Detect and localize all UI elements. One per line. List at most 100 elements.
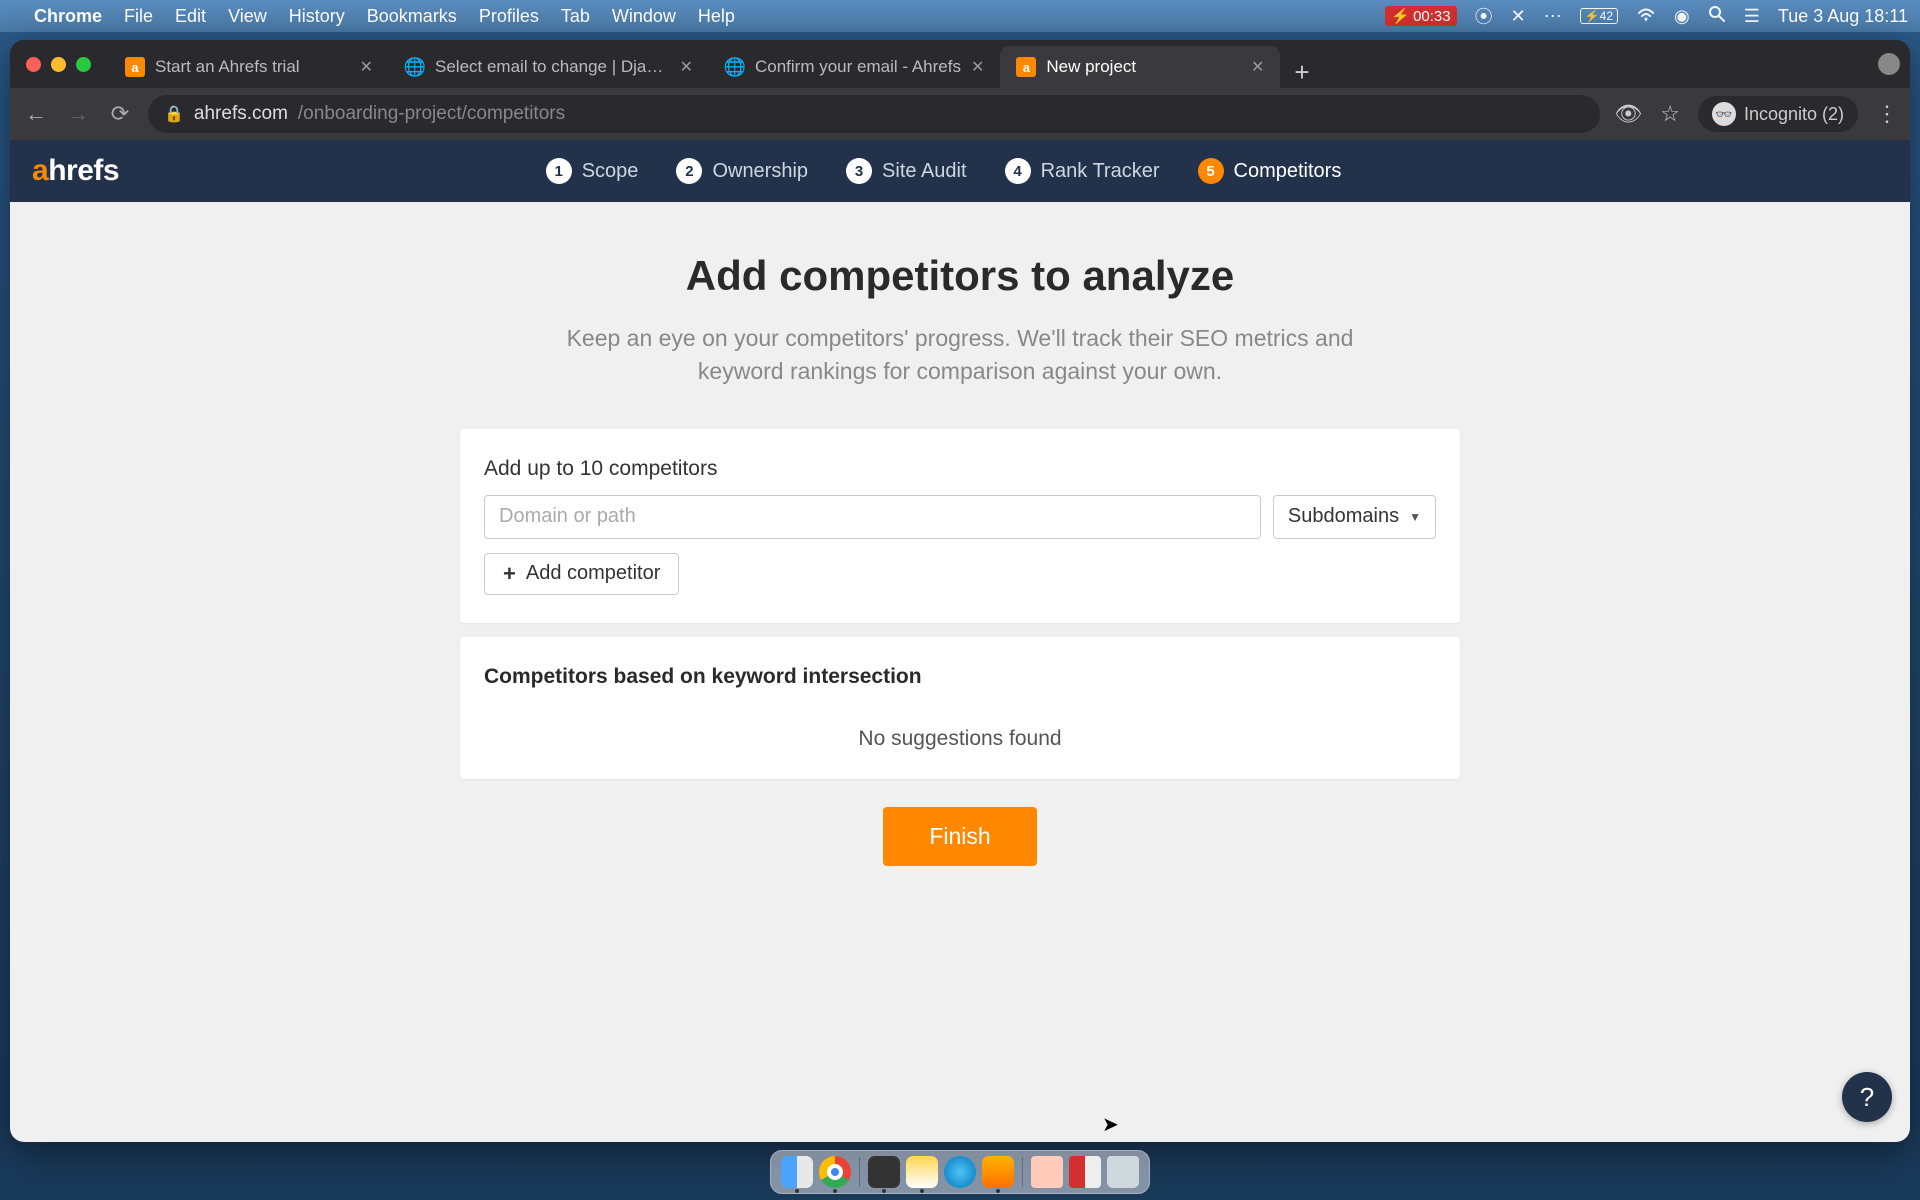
forward-button[interactable]: → [64, 101, 92, 127]
step-label: Scope [582, 160, 639, 183]
menu-window[interactable]: Window [612, 6, 676, 27]
bolt-icon[interactable]: ⦿ [1475, 3, 1493, 29]
competitors-card: Add up to 10 competitors Subdomains ▼ + … [460, 429, 1460, 623]
chrome-dock-icon[interactable] [819, 1156, 851, 1188]
step-site-audit[interactable]: 3Site Audit [846, 158, 967, 184]
close-tab-icon[interactable]: ✕ [680, 57, 693, 77]
datetime[interactable]: Tue 3 Aug 18:11 [1778, 6, 1908, 27]
reload-button[interactable]: ⟳ [106, 101, 134, 127]
step-label: Rank Tracker [1041, 160, 1160, 183]
card-label: Add up to 10 competitors [484, 457, 1436, 481]
step-label: Ownership [712, 160, 808, 183]
url-input[interactable]: 🔒 ahrefs.com/onboarding-project/competit… [148, 95, 1600, 133]
quicktime-icon[interactable] [944, 1156, 976, 1188]
help-button[interactable]: ? [1842, 1072, 1892, 1122]
incognito-badge[interactable]: 👓 Incognito (2) [1698, 96, 1858, 132]
tab-strip: a Start an Ahrefs trial ✕ 🌐 Select email… [10, 40, 1910, 88]
no-suggestions: No suggestions found [484, 727, 1436, 751]
tab-title: New project [1046, 57, 1241, 77]
timer-badge[interactable]: ⚡00:33 [1385, 6, 1456, 26]
address-bar: ← → ⟳ 🔒 ahrefs.com/onboarding-project/co… [10, 88, 1910, 140]
tool-icon[interactable]: ✕ [1511, 6, 1526, 27]
app-icon[interactable] [982, 1156, 1014, 1188]
url-host: ahrefs.com [194, 103, 288, 125]
notes-icon[interactable] [906, 1156, 938, 1188]
menu-view[interactable]: View [228, 6, 267, 27]
menu-profiles[interactable]: Profiles [479, 6, 539, 27]
step-scope[interactable]: 1Scope [546, 158, 639, 184]
tab-title: Confirm your email - Ahrefs [755, 57, 961, 77]
caret-down-icon: ▼ [1409, 510, 1421, 524]
finder-icon[interactable] [781, 1156, 813, 1188]
close-window[interactable] [26, 57, 41, 72]
wifi-icon[interactable] [1636, 6, 1656, 27]
globe-favicon: 🌐 [405, 57, 425, 77]
eye-off-icon[interactable]: 👁︎ [1614, 101, 1642, 127]
browser-window: a Start an Ahrefs trial ✕ 🌐 Select email… [10, 40, 1910, 1142]
terminal-icon[interactable] [868, 1156, 900, 1188]
page-heading: Add competitors to analyze [10, 252, 1910, 300]
tab-ahrefs-trial[interactable]: a Start an Ahrefs trial ✕ [109, 46, 389, 88]
macos-menubar: Chrome File Edit View History Bookmarks … [0, 0, 1920, 32]
close-tab-icon[interactable]: ✕ [971, 57, 984, 77]
user-icon[interactable]: ☰ [1744, 6, 1760, 27]
menu-file[interactable]: File [124, 6, 153, 27]
profile-icon[interactable] [1878, 53, 1900, 75]
close-tab-icon[interactable]: ✕ [1251, 57, 1264, 77]
folder2-icon[interactable] [1069, 1156, 1101, 1188]
maximize-window[interactable] [76, 57, 91, 72]
step-rank-tracker[interactable]: 4Rank Tracker [1005, 158, 1160, 184]
finish-button[interactable]: Finish [883, 807, 1036, 866]
menu-edit[interactable]: Edit [175, 6, 206, 27]
step-competitors[interactable]: 5Competitors [1198, 158, 1342, 184]
minimize-window[interactable] [51, 57, 66, 72]
window-controls [26, 57, 91, 72]
suggestions-title: Competitors based on keyword intersectio… [484, 665, 1436, 689]
star-icon[interactable]: ☆ [1660, 101, 1680, 127]
menubar-app[interactable]: Chrome [34, 6, 102, 27]
ahrefs-logo[interactable]: ahrefs [32, 154, 119, 188]
tab-confirm-email[interactable]: 🌐 Confirm your email - Ahrefs ✕ [709, 46, 1000, 88]
tab-django[interactable]: 🌐 Select email to change | Django ✕ [389, 46, 709, 88]
battery-icon[interactable]: ⚡42 [1580, 8, 1618, 24]
domain-input[interactable] [484, 495, 1261, 539]
scope-select[interactable]: Subdomains ▼ [1273, 495, 1436, 539]
dock [770, 1150, 1150, 1194]
add-competitor-label: Add competitor [526, 562, 661, 585]
step-label: Competitors [1234, 160, 1342, 183]
new-tab-button[interactable]: + [1280, 57, 1323, 88]
trash-icon[interactable] [1107, 1156, 1139, 1188]
mouse-cursor: ➤ [1102, 1112, 1119, 1137]
globe-favicon: 🌐 [725, 57, 745, 77]
app-header: ahrefs 1Scope 2Ownership 3Site Audit 4Ra… [10, 140, 1910, 202]
scope-select-value: Subdomains [1288, 505, 1399, 528]
menu-help[interactable]: Help [698, 6, 735, 27]
menu-history[interactable]: History [289, 6, 345, 27]
menu-tab[interactable]: Tab [561, 6, 590, 27]
incognito-label: Incognito (2) [1744, 104, 1844, 125]
tab-title: Start an Ahrefs trial [155, 57, 350, 77]
kebab-menu-icon[interactable]: ⋮ [1876, 101, 1898, 127]
page-content: Add competitors to analyze Keep an eye o… [10, 202, 1910, 1142]
dots-icon[interactable]: ⋯ [1544, 6, 1562, 27]
suggestions-card: Competitors based on keyword intersectio… [460, 637, 1460, 779]
tab-title: Select email to change | Django [435, 57, 670, 77]
plus-icon: + [503, 561, 516, 587]
step-label: Site Audit [882, 160, 967, 183]
ahrefs-favicon: a [1016, 57, 1036, 77]
menu-bookmarks[interactable]: Bookmarks [367, 6, 457, 27]
step-ownership[interactable]: 2Ownership [676, 158, 808, 184]
incognito-icon: 👓 [1712, 102, 1736, 126]
page-subtitle: Keep an eye on your competitors' progres… [550, 322, 1370, 389]
url-path: /onboarding-project/competitors [298, 103, 565, 125]
close-tab-icon[interactable]: ✕ [360, 57, 373, 77]
back-button[interactable]: ← [22, 101, 50, 127]
add-competitor-button[interactable]: + Add competitor [484, 553, 679, 595]
control-center-icon[interactable]: ◉ [1674, 6, 1690, 27]
tab-new-project[interactable]: a New project ✕ [1000, 46, 1280, 88]
ahrefs-favicon: a [125, 57, 145, 77]
spotlight-icon[interactable] [1708, 5, 1726, 28]
lock-icon: 🔒 [164, 104, 184, 124]
onboarding-steps: 1Scope 2Ownership 3Site Audit 4Rank Trac… [546, 158, 1342, 184]
folder-icon[interactable] [1031, 1156, 1063, 1188]
